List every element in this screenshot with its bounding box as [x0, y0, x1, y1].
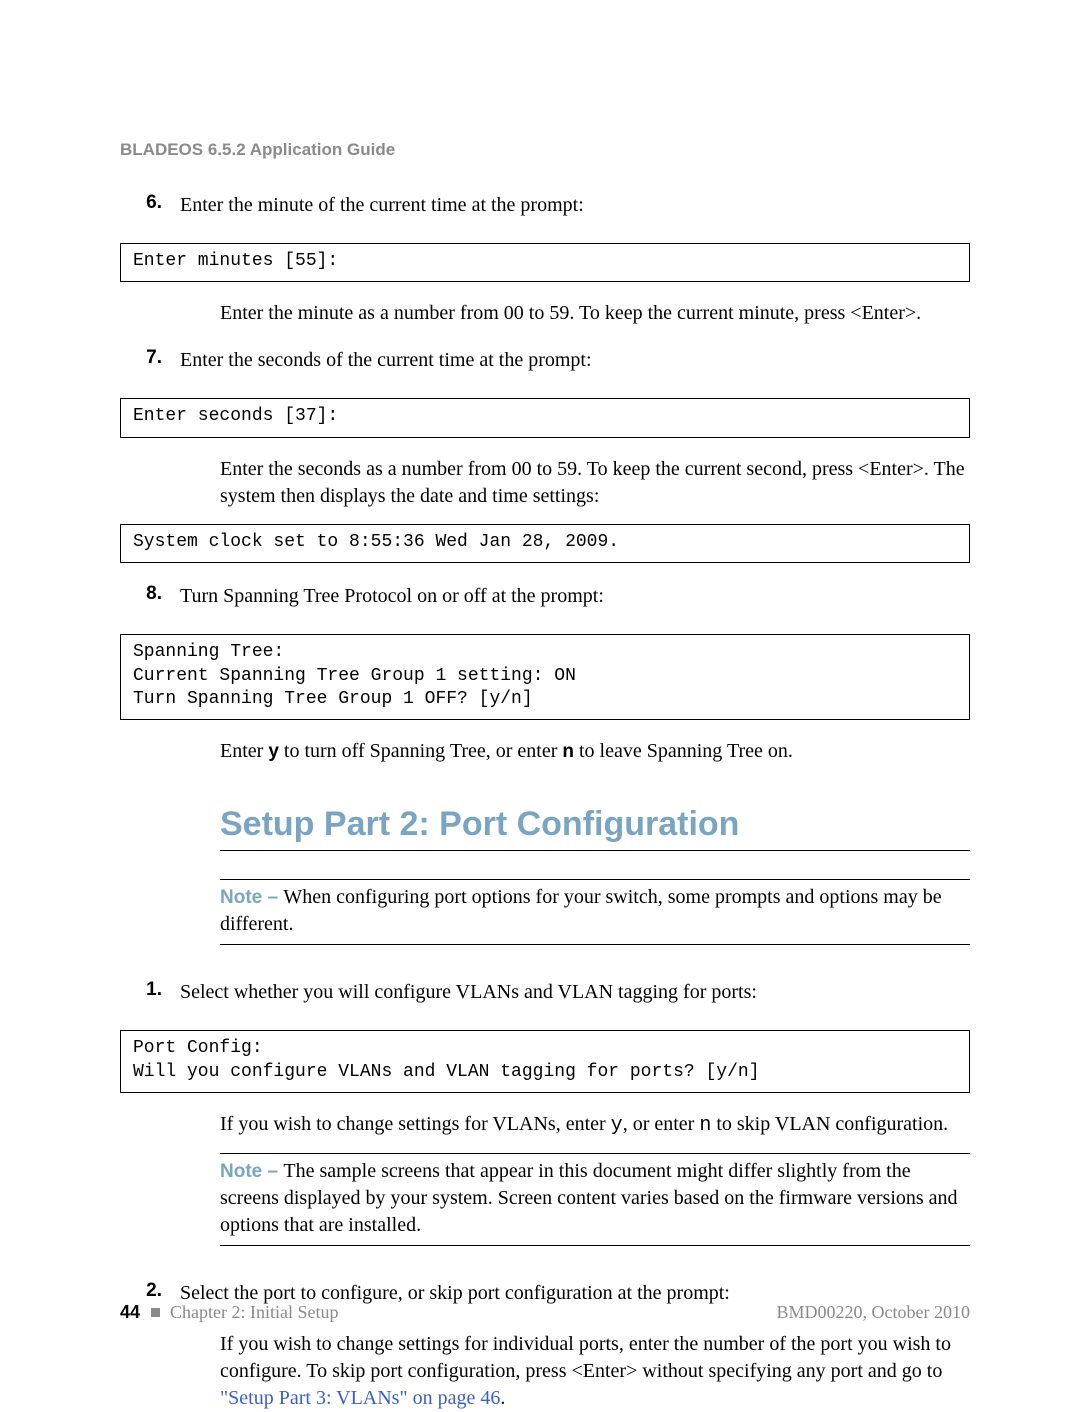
text: If you wish to change settings for indiv…: [220, 1333, 951, 1382]
step-8-after: Enter y to turn off Spanning Tree, or en…: [220, 738, 970, 765]
doc-header: BLADEOS 6.5.2 Application Guide: [120, 140, 970, 160]
key-n-mono: n: [699, 1114, 711, 1137]
note-rule-top: [220, 1153, 970, 1154]
step-number: 8.: [120, 583, 180, 624]
note-block-2: Note – The sample screens that appear in…: [220, 1153, 970, 1246]
key-y-mono: y: [611, 1114, 623, 1137]
key-n: n: [562, 741, 574, 762]
note-rule-bottom: [220, 1245, 970, 1246]
step-6-after: Enter the minute as a number from 00 to …: [220, 300, 970, 327]
code-minutes: Enter minutes [55]:: [120, 243, 970, 282]
step-7-after: Enter the seconds as a number from 00 to…: [220, 456, 970, 510]
note-block-1: Note – When configuring port options for…: [220, 879, 970, 945]
step-8-intro: Turn Spanning Tree Protocol on or off at…: [180, 583, 970, 610]
step-body: Turn Spanning Tree Protocol on or off at…: [180, 583, 970, 624]
p2-step-1-after: If you wish to change settings for VLANs…: [220, 1111, 970, 1139]
text: Enter: [220, 740, 268, 762]
p2-step-1: 1. Select whether you will configure VLA…: [120, 979, 970, 1020]
footer: 44 Chapter 2: Initial Setup BMD00220, Oc…: [120, 1302, 970, 1323]
note-rule-bottom: [220, 944, 970, 945]
step-7-intro: Enter the seconds of the current time at…: [180, 347, 970, 374]
key-y: y: [268, 741, 279, 762]
page: BLADEOS 6.5.2 Application Guide 6. Enter…: [0, 0, 1080, 1397]
step-body: Enter the seconds of the current time at…: [180, 347, 970, 388]
step-6-intro: Enter the minute of the current time at …: [180, 192, 970, 219]
text: , or enter: [623, 1113, 700, 1135]
step-8: 8. Turn Spanning Tree Protocol on or off…: [120, 583, 970, 624]
p2-step-2-after: If you wish to change settings for indiv…: [220, 1331, 970, 1412]
link-setup-part3[interactable]: "Setup Part 3: VLANs" on page 46: [220, 1387, 500, 1409]
text: .: [500, 1387, 505, 1409]
footer-left: 44 Chapter 2: Initial Setup: [120, 1302, 339, 1323]
step-number: 6.: [120, 192, 180, 233]
step-7: 7. Enter the seconds of the current time…: [120, 347, 970, 388]
step-number: 1.: [120, 979, 180, 1020]
step-6: 6. Enter the minute of the current time …: [120, 192, 970, 233]
note-label: Note –: [220, 1161, 283, 1182]
step-body: Enter the minute of the current time at …: [180, 192, 970, 233]
step-body: Select whether you will configure VLANs …: [180, 979, 970, 1020]
note-text: The sample screens that appear in this d…: [220, 1160, 958, 1236]
note-rule-top: [220, 879, 970, 880]
code-spanning-tree: Spanning Tree: Current Spanning Tree Gro…: [120, 634, 970, 720]
code-clock-set: System clock set to 8:55:36 Wed Jan 28, …: [120, 524, 970, 563]
section-rule: [220, 850, 970, 851]
p2-step-1-intro: Select whether you will configure VLANs …: [180, 979, 970, 1006]
text: to leave Spanning Tree on.: [574, 740, 793, 762]
note-text: When configuring port options for your s…: [220, 886, 942, 935]
text: If you wish to change settings for VLANs…: [220, 1113, 611, 1135]
footer-right: BMD00220, October 2010: [777, 1302, 970, 1323]
code-port-config: Port Config: Will you configure VLANs an…: [120, 1030, 970, 1093]
code-seconds: Enter seconds [37]:: [120, 398, 970, 437]
text: to turn off Spanning Tree, or enter: [279, 740, 563, 762]
page-number: 44: [120, 1302, 140, 1322]
step-number: 7.: [120, 347, 180, 388]
chapter-name: Chapter 2: Initial Setup: [170, 1302, 338, 1322]
note-label: Note –: [220, 887, 283, 908]
square-icon: [151, 1308, 160, 1317]
text: to skip VLAN configuration.: [711, 1113, 948, 1135]
section-title: Setup Part 2: Port Configuration: [220, 805, 970, 844]
